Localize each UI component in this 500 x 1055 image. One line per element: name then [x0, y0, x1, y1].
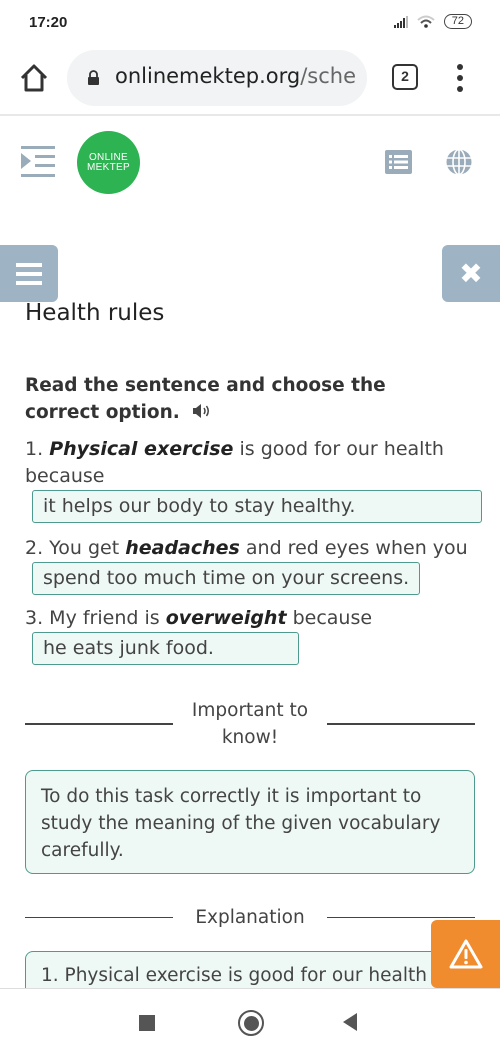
important-label-line2: know! — [221, 727, 279, 748]
home-icon[interactable] — [18, 62, 50, 94]
close-icon: ✖ — [459, 257, 483, 290]
url-text: onlinemektep.org/sche — [115, 64, 365, 88]
browser-toolbar: onlinemektep.org/sche 2 — [0, 48, 500, 116]
task-instruction: Read the sentence and choose the correct… — [25, 372, 465, 426]
status-bar: 17:20 72 — [0, 0, 500, 48]
divider-line — [326, 916, 475, 919]
report-problem-button[interactable] — [431, 920, 500, 988]
site-header: ONLINE MEKTEP — [0, 118, 500, 228]
browser-menu-button[interactable] — [452, 62, 468, 94]
globe-icon[interactable] — [446, 149, 472, 175]
answer-box-2[interactable]: spend too much time on your screens. — [32, 562, 421, 595]
important-note: To do this task correctly it is importan… — [25, 770, 475, 874]
close-button[interactable]: ✖ — [442, 245, 500, 302]
warning-icon — [449, 939, 482, 969]
important-label-line1: Important to — [191, 700, 309, 721]
home-button[interactable] — [238, 1010, 264, 1036]
question-number: 3. — [25, 607, 44, 629]
question-2: 2. You get headaches and red eyes when y… — [25, 535, 495, 562]
divider-line — [25, 916, 173, 919]
lock-icon — [88, 70, 99, 85]
divider-line — [25, 723, 173, 725]
question-number: 1. — [25, 438, 44, 460]
system-navigation-bar — [0, 988, 500, 1055]
logo-line1: ONLINE — [88, 151, 129, 163]
important-divider: Important to know! — [25, 697, 475, 751]
divider-line — [326, 723, 475, 725]
lesson-menu-button[interactable] — [0, 245, 58, 302]
question-text: and red eyes when you — [239, 537, 468, 559]
status-icons: 72 — [393, 14, 472, 29]
question-prefix: My friend is — [43, 607, 166, 629]
question-text: because — [286, 607, 373, 629]
question-keyword: Physical exercise — [49, 438, 234, 460]
page-title: Health rules — [25, 300, 165, 326]
table-of-contents-icon[interactable] — [20, 145, 56, 179]
logo-line2: MEKTEP — [87, 161, 130, 173]
answer-box-1[interactable]: it helps our body to stay healthy. — [32, 490, 482, 523]
wifi-icon — [417, 15, 435, 28]
question-keyword: headaches — [125, 537, 240, 559]
back-button[interactable] — [343, 1013, 357, 1031]
url-path: /sche — [300, 64, 356, 88]
status-time: 17:20 — [29, 14, 68, 31]
question-prefix: You get — [43, 537, 126, 559]
online-mektep-logo[interactable]: ONLINE MEKTEP — [77, 131, 140, 194]
address-bar[interactable]: onlinemektep.org/sche — [67, 50, 367, 106]
question-keyword: overweight — [165, 607, 287, 629]
tab-switcher-button[interactable]: 2 — [392, 64, 418, 90]
speaker-icon[interactable] — [192, 403, 212, 419]
signal-icon — [393, 15, 408, 28]
recent-apps-button[interactable] — [139, 1015, 155, 1031]
explanation-divider: Explanation — [25, 904, 475, 931]
explanation-label: Explanation — [195, 907, 305, 928]
question-3: 3. My friend is overweight because — [25, 605, 475, 632]
url-domain: onlinemektep.org — [115, 64, 301, 88]
list-icon[interactable] — [385, 150, 412, 174]
question-number: 2. — [25, 537, 44, 559]
battery-indicator: 72 — [443, 14, 472, 29]
important-label: Important to know! — [192, 697, 308, 751]
question-1: 1. Physical exercise is good for our hea… — [25, 436, 475, 490]
answer-box-3[interactable]: he eats junk food. — [32, 632, 299, 665]
